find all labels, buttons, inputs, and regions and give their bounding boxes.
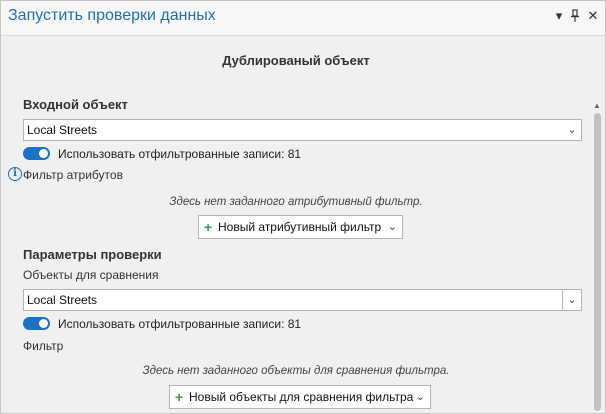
compare-features-value: Local Streets bbox=[27, 293, 98, 307]
panel-window: Запустить проверки данных ▾ ✕ Дублирован… bbox=[0, 0, 606, 414]
scrollbar[interactable]: ▲ bbox=[591, 101, 603, 412]
new-compare-filter-label: Новый объекты для сравнения фильтра bbox=[189, 390, 414, 404]
window-title: Запустить проверки данных bbox=[8, 7, 216, 24]
panel-title: Дублированый объект bbox=[222, 53, 370, 68]
toggle-knob bbox=[39, 149, 48, 158]
filter-label: Фильтр bbox=[23, 339, 64, 353]
input-section-heading: Входной объект bbox=[23, 97, 128, 112]
input-feature-value: Local Streets bbox=[27, 123, 98, 137]
plus-icon: + bbox=[175, 389, 184, 405]
close-icon[interactable]: ✕ bbox=[585, 7, 601, 25]
chevron-down-icon[interactable]: ▾ bbox=[551, 7, 567, 25]
compare-filtered-records-toggle[interactable] bbox=[23, 317, 50, 330]
params-section-heading: Параметры проверки bbox=[23, 247, 162, 262]
use-filtered-records-toggle[interactable] bbox=[23, 147, 50, 160]
chevron-down-icon: ⌄ bbox=[562, 290, 581, 310]
chevron-down-icon: ⌄ bbox=[387, 221, 397, 233]
new-compare-filter-button[interactable]: + Новый объекты для сравнения фильтра ⌄ bbox=[169, 385, 431, 409]
compare-filtered-records-label: Использовать отфильтрованные записи: 81 bbox=[58, 317, 302, 331]
attribute-filter-note: Здесь нет заданного атрибутивный фильтр. bbox=[169, 196, 423, 208]
new-attribute-filter-label: Новый атрибутивный фильтр bbox=[218, 220, 382, 234]
scroll-thumb[interactable] bbox=[594, 113, 601, 411]
scroll-up-icon[interactable]: ▲ bbox=[591, 101, 603, 111]
chevron-down-icon: ⌄ bbox=[415, 391, 425, 403]
compare-features-dropdown[interactable]: Local Streets ⌄ bbox=[23, 289, 582, 311]
chevron-down-icon: ⌄ bbox=[567, 124, 577, 136]
compare-features-label: Объекты для сравнения bbox=[23, 268, 159, 282]
title-bar: Запустить проверки данных ▾ ✕ bbox=[1, 1, 605, 36]
info-icon[interactable]: i bbox=[8, 167, 22, 181]
toggle-knob bbox=[39, 319, 48, 328]
new-attribute-filter-button[interactable]: + Новый атрибутивный фильтр ⌄ bbox=[198, 215, 403, 239]
plus-icon: + bbox=[204, 219, 213, 235]
use-filtered-records-label: Использовать отфильтрованные записи: 81 bbox=[58, 147, 302, 161]
input-feature-dropdown[interactable]: Local Streets ⌄ bbox=[23, 119, 582, 141]
pin-icon[interactable] bbox=[567, 7, 583, 25]
attribute-filter-label: Фильтр атрибутов bbox=[23, 168, 123, 182]
compare-filter-note: Здесь нет заданного объекты для сравнени… bbox=[142, 365, 450, 377]
